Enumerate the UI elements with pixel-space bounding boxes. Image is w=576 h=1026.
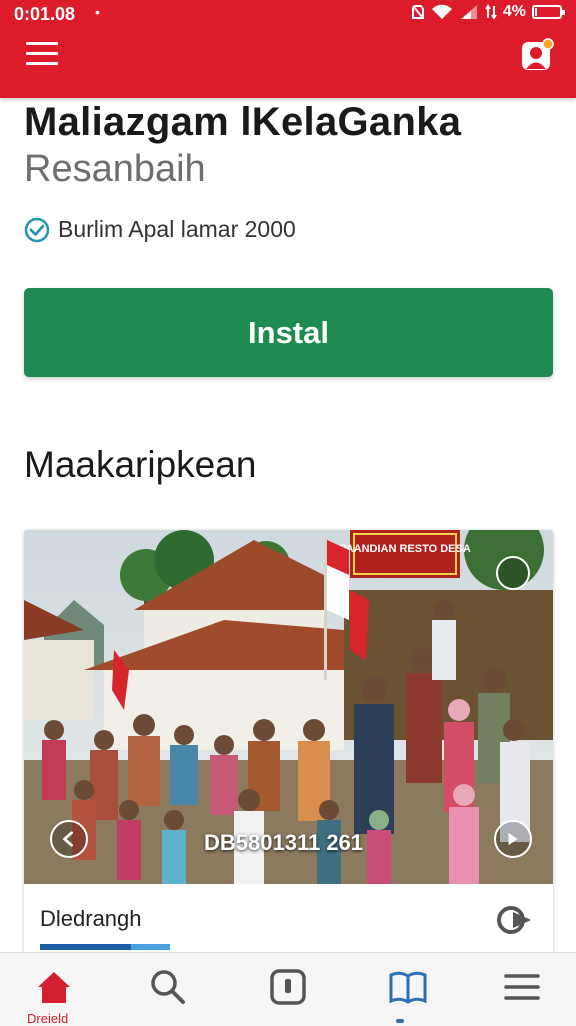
no-sim-icon [411, 5, 424, 19]
install-button[interactable]: Instal [24, 288, 553, 377]
next-photo-button[interactable] [494, 820, 532, 858]
menu-line [26, 42, 58, 45]
home-icon[interactable] [34, 967, 74, 1007]
bottom-navigation: Dreield [0, 952, 576, 1026]
section-title: Maakaripkean [24, 444, 257, 485]
card-footer-text: Dledrangh [40, 906, 142, 931]
menu-button[interactable] [26, 42, 58, 68]
card-thumbnail-strip [40, 944, 170, 950]
check-circle-icon [24, 217, 50, 242]
status-icons: 4% [411, 3, 565, 21]
battery-icon [532, 5, 565, 19]
signal-icon [460, 5, 477, 19]
photo-caption: DB5801311 261 [204, 830, 364, 855]
profile-icon[interactable] [520, 38, 554, 72]
status-time: 0:01.08 [14, 4, 76, 24]
share-icon[interactable] [493, 902, 537, 938]
menu-line [26, 52, 58, 55]
status-bar: 0:01.08 • 4% [0, 0, 576, 28]
menu-icon[interactable] [502, 967, 542, 1007]
search-icon[interactable] [148, 967, 188, 1007]
data-icon [485, 4, 497, 20]
battery-fill [535, 8, 537, 16]
app-developer: Resanbaih [24, 148, 206, 190]
prev-photo-button[interactable] [50, 820, 88, 858]
menu-line [26, 62, 58, 65]
book-icon[interactable] [388, 967, 428, 1007]
notification-dot: • [95, 4, 100, 20]
active-indicator [396, 1019, 404, 1023]
featured-card[interactable]: PAANDIAN RESTO DESA DB5801311 261 Dledra… [24, 530, 553, 960]
verified-text: Burlim Apal lamar 2000 [58, 216, 296, 242]
wifi-icon [431, 4, 452, 19]
banner-sign: PAANDIAN RESTO DESA [339, 543, 471, 555]
app-bar: 0:01.08 • 4% [0, 0, 576, 98]
app-title: Maliazgam lKelaGanka [24, 100, 462, 144]
verified-row: Burlim Apal lamar 2000 [24, 216, 296, 243]
battery-percent: 4% [502, 3, 526, 20]
apps-icon[interactable] [268, 967, 308, 1007]
top-right-photo-button[interactable] [496, 556, 530, 590]
